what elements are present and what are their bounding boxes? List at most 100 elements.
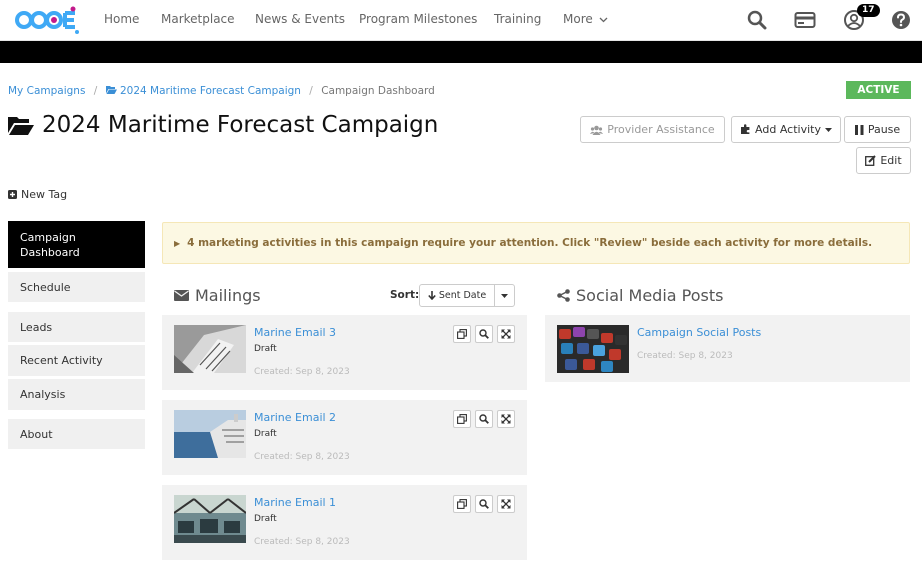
nav-more[interactable]: More bbox=[563, 12, 608, 26]
breadcrumb-current: Campaign Dashboard bbox=[321, 85, 435, 97]
sort-label: Sort: bbox=[390, 289, 420, 301]
sidebar-item-label: Recent Activity bbox=[20, 354, 103, 367]
expand-button[interactable] bbox=[497, 410, 515, 428]
pause-label: Pause bbox=[867, 123, 901, 136]
mailing-thumbnail[interactable] bbox=[174, 410, 246, 458]
page-title-text: 2024 Maritime Forecast Campaign bbox=[42, 112, 439, 138]
chevron-down-icon bbox=[599, 17, 608, 23]
users-icon bbox=[590, 125, 604, 135]
notification-badge: 17 bbox=[857, 4, 880, 17]
sort-value: Sent Date bbox=[438, 290, 487, 301]
expand-icon bbox=[501, 414, 511, 424]
provider-assistance-label: Provider Assistance bbox=[607, 123, 715, 136]
folder-open-icon bbox=[8, 117, 34, 135]
mailings-heading: Mailings bbox=[174, 286, 261, 305]
sidebar-item-recent-activity[interactable]: Recent Activity bbox=[8, 345, 145, 376]
new-tag-button[interactable]: New Tag bbox=[8, 188, 67, 201]
sidebar-item-leads[interactable]: Leads bbox=[8, 312, 145, 342]
sidebar-item-label: Schedule bbox=[20, 280, 71, 294]
breadcrumb-my-campaigns[interactable]: My Campaigns bbox=[8, 85, 85, 97]
pause-icon bbox=[854, 124, 864, 135]
copy-icon bbox=[457, 329, 467, 339]
sidebar-item-label: Leads bbox=[20, 320, 53, 334]
social-post-thumbnail[interactable] bbox=[557, 325, 629, 373]
sort-dropdown-toggle[interactable] bbox=[494, 284, 515, 307]
copy-button[interactable] bbox=[453, 325, 471, 343]
copy-button[interactable] bbox=[453, 495, 471, 513]
arrow-down-icon bbox=[428, 291, 436, 300]
preview-button[interactable] bbox=[475, 410, 493, 428]
puzzle-icon bbox=[741, 124, 750, 134]
social-post-created-date: Created: Sep 8, 2023 bbox=[637, 351, 733, 361]
breadcrumb-separator: / bbox=[309, 85, 313, 97]
search-icon[interactable] bbox=[746, 9, 768, 31]
add-activity-button[interactable]: Add Activity bbox=[731, 116, 841, 143]
mailing-status: Draft bbox=[254, 344, 277, 354]
mailing-thumbnail[interactable] bbox=[174, 495, 246, 543]
pause-button[interactable]: Pause bbox=[844, 116, 911, 143]
folder-open-icon bbox=[105, 86, 117, 94]
mailing-created-date: Created: Sep 8, 2023 bbox=[254, 367, 350, 377]
breadcrumb-campaign-label: 2024 Maritime Forecast Campaign bbox=[120, 85, 301, 97]
mailing-thumbnail[interactable] bbox=[174, 325, 246, 373]
breadcrumb-separator: / bbox=[93, 85, 98, 97]
mailing-status: Draft bbox=[254, 514, 277, 524]
plus-square-icon bbox=[8, 190, 17, 199]
new-tag-label: New Tag bbox=[21, 188, 68, 201]
social-post-title-link[interactable]: Campaign Social Posts bbox=[637, 326, 761, 339]
expand-button[interactable] bbox=[497, 495, 515, 513]
copy-button[interactable] bbox=[453, 410, 471, 428]
help-icon[interactable] bbox=[890, 9, 912, 31]
breadcrumb-campaign[interactable]: 2024 Maritime Forecast Campaign bbox=[105, 85, 305, 97]
copy-icon bbox=[457, 414, 467, 424]
expand-button[interactable] bbox=[497, 325, 515, 343]
status-badge: ACTIVE bbox=[846, 81, 911, 99]
sidebar-item-about[interactable]: About bbox=[8, 419, 145, 449]
nav-news-events[interactable]: News & Events bbox=[255, 12, 345, 26]
nav-home[interactable]: Home bbox=[104, 12, 139, 26]
announcement-bar bbox=[0, 41, 922, 63]
mailing-title-link[interactable]: Marine Email 2 bbox=[254, 411, 336, 424]
mailings-title: Mailings bbox=[195, 286, 261, 305]
envelope-icon bbox=[174, 290, 189, 301]
expand-icon bbox=[501, 329, 511, 339]
billing-card-icon[interactable] bbox=[794, 9, 816, 31]
attention-alert: ▶ 4 marketing activities in this campaig… bbox=[162, 222, 910, 264]
sidebar-item-analysis[interactable]: Analysis bbox=[8, 379, 145, 410]
provider-assistance-button[interactable]: Provider Assistance bbox=[580, 116, 725, 143]
breadcrumb: My Campaigns / 2024 Maritime Forecast Ca… bbox=[8, 85, 435, 97]
expand-icon bbox=[501, 499, 511, 509]
preview-button[interactable] bbox=[475, 495, 493, 513]
page-title: 2024 Maritime Forecast Campaign bbox=[8, 112, 438, 138]
mailing-title-link[interactable]: Marine Email 1 bbox=[254, 496, 336, 509]
sort-sent-date-button[interactable]: Sent Date bbox=[419, 284, 495, 307]
edit-icon bbox=[865, 155, 877, 166]
ccoe-logo[interactable] bbox=[15, 5, 79, 36]
mailing-created-date: Created: Sep 8, 2023 bbox=[254, 452, 350, 462]
add-activity-label: Add Activity bbox=[755, 123, 821, 136]
mailing-title-link[interactable]: Marine Email 3 bbox=[254, 326, 336, 339]
nav-marketplace[interactable]: Marketplace bbox=[161, 12, 235, 26]
social-posts-heading: Social Media Posts bbox=[557, 286, 723, 305]
edit-button[interactable]: Edit bbox=[856, 147, 911, 174]
sidebar-item-label: Campaign Dashboard bbox=[20, 230, 80, 259]
caret-right-icon: ▶ bbox=[174, 238, 181, 248]
caret-down-icon bbox=[501, 293, 508, 298]
nav-more-label: More bbox=[563, 12, 593, 26]
nav-training[interactable]: Training bbox=[494, 12, 541, 26]
copy-icon bbox=[457, 499, 467, 509]
social-posts-title: Social Media Posts bbox=[576, 286, 724, 305]
sidebar-item-schedule[interactable]: Schedule bbox=[8, 272, 145, 302]
nav-program-milestones[interactable]: Program Milestones bbox=[359, 12, 477, 26]
mailing-status: Draft bbox=[254, 429, 277, 439]
zoom-icon bbox=[479, 499, 489, 509]
sidebar-item-label: About bbox=[20, 427, 53, 441]
top-navbar: Home Marketplace News & Events Program M… bbox=[0, 0, 922, 41]
preview-button[interactable] bbox=[475, 325, 493, 343]
sidebar-item-campaign-dashboard[interactable]: Campaign Dashboard bbox=[8, 221, 145, 268]
zoom-icon bbox=[479, 329, 489, 339]
edit-label: Edit bbox=[880, 154, 902, 167]
share-icon bbox=[557, 289, 570, 302]
mailing-card: Marine Email 2 Draft Created: Sep 8, 202… bbox=[162, 400, 527, 475]
mailing-created-date: Created: Sep 8, 2023 bbox=[254, 537, 350, 547]
